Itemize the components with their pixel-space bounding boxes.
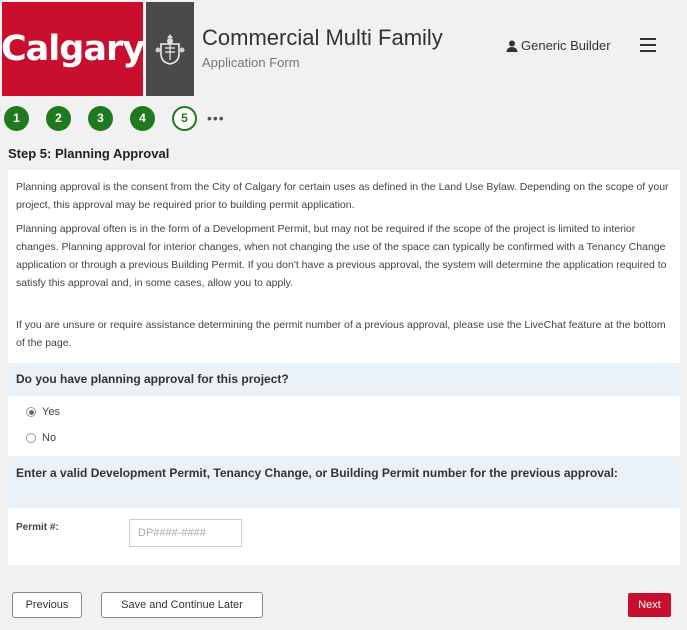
- hamburger-menu-icon[interactable]: [640, 38, 656, 52]
- next-button[interactable]: Next: [628, 593, 671, 617]
- user-name: Generic Builder: [521, 38, 611, 53]
- radio-yes-circle[interactable]: [26, 407, 36, 417]
- step-3[interactable]: 3: [88, 105, 113, 131]
- permit-label: Permit #:: [16, 522, 59, 533]
- previous-button[interactable]: Previous: [12, 592, 82, 618]
- app-header: Calgary Commercial Multi Family Applicat…: [0, 0, 687, 98]
- planning-approval-panel: Planning approval is the consent from th…: [8, 170, 680, 565]
- step-4[interactable]: 4: [130, 105, 155, 131]
- user-icon: [506, 40, 518, 52]
- radio-no-circle[interactable]: [26, 433, 36, 443]
- radio-yes[interactable]: Yes: [26, 406, 60, 418]
- city-crest-icon: [146, 2, 194, 96]
- app-subtitle: Application Form: [202, 55, 300, 70]
- save-continue-later-button[interactable]: Save and Continue Later: [101, 592, 263, 618]
- step-5-current[interactable]: 5: [172, 105, 197, 131]
- app-title: Commercial Multi Family: [202, 25, 443, 50]
- user-menu[interactable]: Generic Builder: [506, 38, 611, 53]
- help-paragraph: If you are unsure or require assistance …: [16, 319, 666, 349]
- radio-no[interactable]: No: [26, 432, 56, 444]
- step-2[interactable]: 2: [46, 105, 71, 131]
- step-progress: 1 2 3 4 5 •••: [4, 105, 225, 131]
- more-steps-icon: •••: [207, 110, 225, 126]
- radio-yes-label: Yes: [42, 406, 60, 418]
- permit-number-input[interactable]: [129, 519, 242, 547]
- radio-no-label: No: [42, 432, 57, 444]
- page-title: Step 5: Planning Approval: [8, 146, 170, 161]
- step-1[interactable]: 1: [4, 105, 29, 131]
- calgary-logo[interactable]: Calgary: [0, 2, 145, 96]
- intro-paragraph: Planning approval is the consent from th…: [16, 181, 669, 211]
- approval-question: Do you have planning approval for this p…: [8, 363, 680, 396]
- permit-question: Enter a valid Development Permit, Tenanc…: [8, 456, 680, 508]
- details-paragraph: Planning approval often is in the form o…: [16, 223, 667, 289]
- logo-text: Calgary: [0, 29, 145, 69]
